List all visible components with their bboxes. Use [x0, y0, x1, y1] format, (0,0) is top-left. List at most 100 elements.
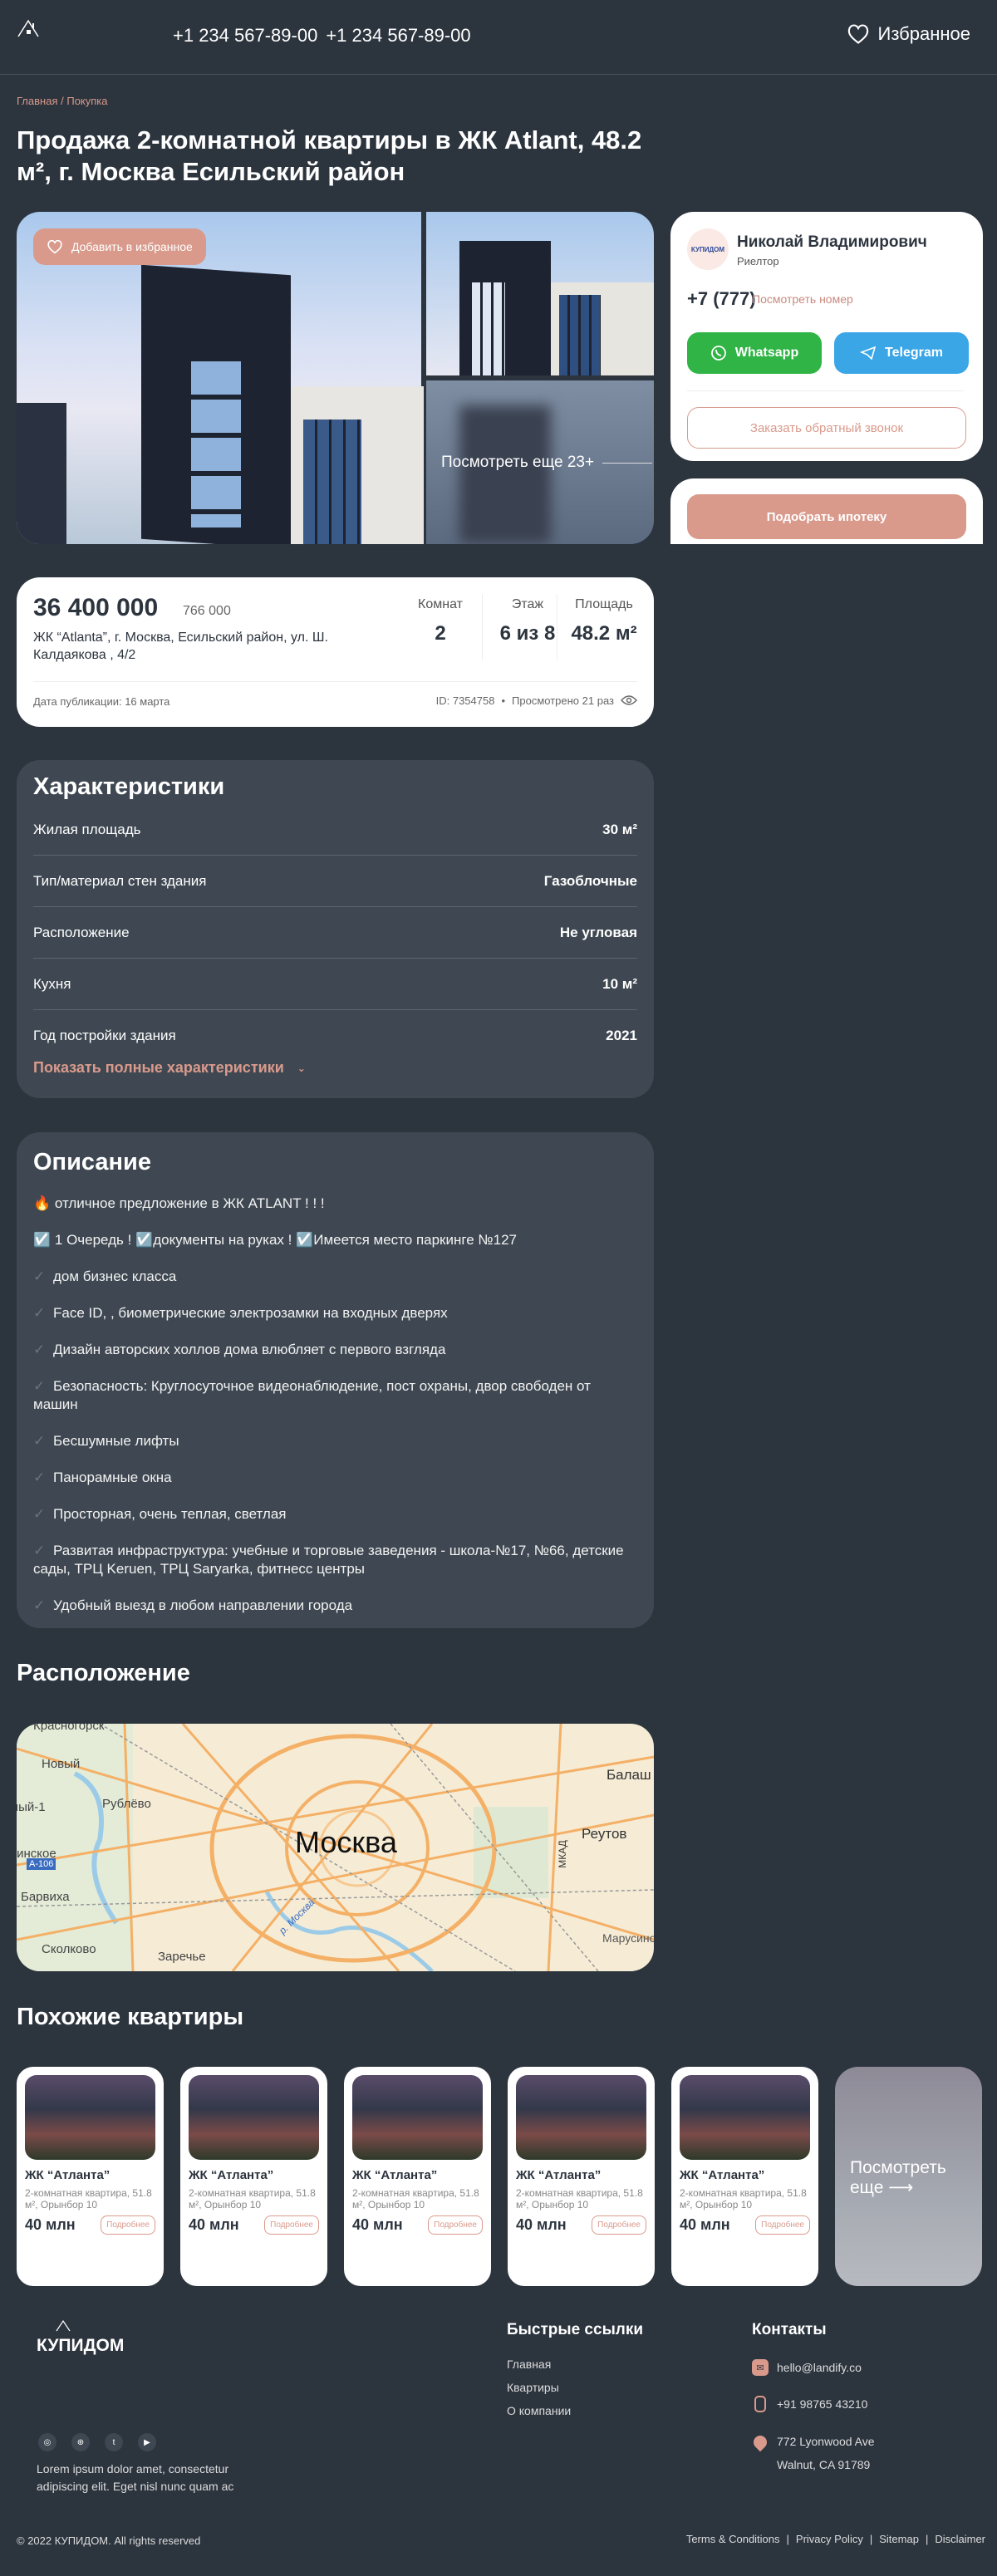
similar-listing-card[interactable]: ЖК “Атланта” 2-комнатная квартира, 51.8 …: [671, 2067, 818, 2286]
stat-area: Площадь 48.2 м²: [571, 597, 637, 645]
listing-photo: [516, 2075, 646, 2160]
description-line: ✓ Развитая инфраструктура: учебные и торг…: [33, 1542, 637, 1578]
footer-logo-text: КУПИДОМ: [37, 2336, 125, 2355]
dribbble-icon[interactable]: ⊕: [71, 2433, 90, 2451]
breadcrumb-home[interactable]: Главная: [17, 95, 57, 107]
page-title: Продажа 2-комнатной квартиры в ЖК Atlant…: [17, 125, 642, 186]
old-price: 766 000: [183, 604, 231, 618]
add-favorite-button[interactable]: Добавить в избранное: [33, 228, 206, 265]
separator: |: [869, 2533, 873, 2545]
show-number-link[interactable]: Посмотреть номер: [752, 292, 853, 306]
footer-logo[interactable]: КУПИДОМ: [37, 2319, 125, 2356]
listing-photo: [680, 2075, 810, 2160]
details-button[interactable]: Подробнее: [101, 2215, 155, 2235]
listing-name: ЖК “Атланта”: [680, 2168, 765, 2182]
house-logo-icon[interactable]: [17, 18, 40, 38]
divider: [687, 390, 964, 391]
description-text: Панорамные окна: [53, 1470, 172, 1485]
check-icon: ✓: [33, 1268, 46, 1284]
map-label: Балаш: [607, 1767, 651, 1783]
listing-price: 40 млн: [680, 2216, 730, 2233]
phone-text: +91 98765 43210: [777, 2397, 868, 2411]
map-label: Барвиха: [21, 1890, 70, 1904]
view-count: Просмотрено 21 раз: [512, 694, 614, 707]
check-icon: ✓: [33, 1342, 46, 1357]
price: 36 400 000: [33, 594, 159, 621]
youtube-icon[interactable]: ▶: [138, 2433, 156, 2451]
description-text: Дизайн авторских холлов дома влюбляет с …: [53, 1342, 446, 1357]
see-more-similar-button[interactable]: Посмотреть еще ⟶: [835, 2067, 982, 2286]
similar-listing-card[interactable]: ЖК “Атланта” 2-комнатная квартира, 51.8 …: [344, 2067, 491, 2286]
chevron-down-icon: ⌄: [297, 1062, 306, 1074]
map-label: Горный-1: [17, 1800, 46, 1814]
listing-price: 40 млн: [516, 2216, 567, 2233]
whatsapp-button[interactable]: Whatsapp: [687, 332, 822, 374]
check-icon: ✓: [33, 1470, 46, 1485]
map-label: Новый: [42, 1757, 81, 1771]
description-text: Face ID, , биометрические электрозамки н…: [53, 1305, 448, 1321]
price-card: 36 400 000 766 000 ЖК “Atlanta”, г. Моск…: [17, 577, 654, 727]
breadcrumb-current[interactable]: Покупка: [66, 95, 107, 107]
legal-link[interactable]: Terms & Conditions: [686, 2533, 780, 2545]
details-button[interactable]: Подробнее: [428, 2215, 483, 2235]
address-line: Walnut, CA 91789: [777, 2458, 871, 2471]
map-label-city: Москва: [295, 1825, 397, 1859]
description-line: ✓ Дизайн авторских холлов дома влюбляет с…: [33, 1341, 637, 1359]
phone-icon: [754, 2396, 766, 2412]
favorites-link[interactable]: Избранное: [847, 23, 970, 45]
callback-button[interactable]: Заказать обратный звонок: [687, 407, 966, 449]
characteristics-panel: Характеристики Жилая площадь 30 м² Тип/мат…: [17, 760, 654, 1098]
contact-phone[interactable]: +91 98765 43210: [752, 2396, 867, 2412]
contact-email[interactable]: ✉ hello@landify.co: [752, 2359, 862, 2376]
footer-link[interactable]: О компании: [507, 2404, 571, 2417]
footer-about: Lorem ipsum dolor amet, consectetur adip…: [37, 2462, 234, 2493]
listing-desc: 2-комнатная квартира, 51.8 м², Орынбор 1…: [25, 2187, 152, 2210]
more-photos-tile[interactable]: Посмотреть еще 23+: [426, 380, 654, 544]
description-text: Безопасность: Круглосуточное видеонаблюд…: [33, 1378, 591, 1412]
characteristic-row: Расположение Не угловая: [33, 907, 637, 959]
check-icon: ✓: [33, 1305, 46, 1321]
arrow-line-icon: [602, 462, 653, 464]
whatsapp-label: Whatsapp: [734, 346, 799, 360]
similar-listing-card[interactable]: ЖК “Атланта” 2-комнатная квартира, 51.8 …: [180, 2067, 327, 2286]
footer-contacts-title: Контакты: [752, 2321, 827, 2338]
contact-address: 772 Lyonwood Ave Walnut, CA 91789: [750, 2432, 875, 2476]
show-all-characteristics-button[interactable]: Показать полные характеристики ⌄: [33, 1059, 306, 1077]
characteristic-row: Год постройки здания 2021: [33, 1010, 637, 1062]
telegram-icon: [860, 346, 877, 361]
location-map[interactable]: Москва Новый Рублёво Барвиха Сколково За…: [17, 1724, 654, 1971]
footer-link[interactable]: Квартиры: [507, 2381, 559, 2394]
whatsapp-icon: [710, 346, 726, 361]
header-phone[interactable]: +1 234 567-89-00: [326, 25, 470, 47]
agent-role: Риелтор: [737, 255, 779, 267]
legal-link[interactable]: Sitemap: [879, 2533, 919, 2545]
header: +1 234 567-89-00 +1 234 567-89-00 Избранн…: [0, 0, 997, 75]
check-icon: ✓: [33, 1506, 46, 1522]
header-phone[interactable]: +1 234 567-89-00: [173, 25, 317, 47]
description-line: 🔥 отличное предложение в ЖК ATLANT ! ! !: [33, 1195, 637, 1213]
listing-name: ЖК “Атланта”: [189, 2168, 274, 2182]
thumbnail-photo[interactable]: [426, 212, 654, 375]
check-icon: ✓: [33, 1543, 46, 1558]
similar-listing-card[interactable]: ЖК “Атланта” 2-комнатная квартира, 51.8 …: [508, 2067, 655, 2286]
legal-link[interactable]: Disclaimer: [935, 2533, 985, 2545]
separator: |: [786, 2533, 789, 2545]
legal-link[interactable]: Privacy Policy: [796, 2533, 863, 2545]
listing-price: 40 млн: [352, 2216, 403, 2233]
twitter-icon[interactable]: t: [105, 2433, 123, 2451]
description-text: Бесшумные лифты: [53, 1433, 179, 1449]
details-button[interactable]: Подробнее: [755, 2215, 810, 2235]
instagram-icon[interactable]: ◎: [38, 2433, 56, 2451]
footer-link[interactable]: Главная: [507, 2358, 551, 2371]
similar-listing-card[interactable]: ЖК “Атланта” 2-комнатная квартира, 51.8 …: [17, 2067, 164, 2286]
description-text: Удобный выезд в любом направлении города: [53, 1597, 353, 1613]
details-button[interactable]: Подробнее: [264, 2215, 319, 2235]
description-line: ✓ Удобный выезд в любом направлении город…: [33, 1597, 637, 1615]
add-favorite-label: Добавить в избранное: [71, 240, 193, 253]
mortgage-button[interactable]: Подобрать ипотеку: [687, 494, 966, 539]
telegram-button[interactable]: Telegram: [834, 332, 969, 374]
details-button[interactable]: Подробнее: [592, 2215, 646, 2235]
divider: [33, 681, 637, 682]
main-photo[interactable]: Добавить в избранное: [17, 212, 424, 544]
section-title: Описание: [33, 1149, 151, 1175]
